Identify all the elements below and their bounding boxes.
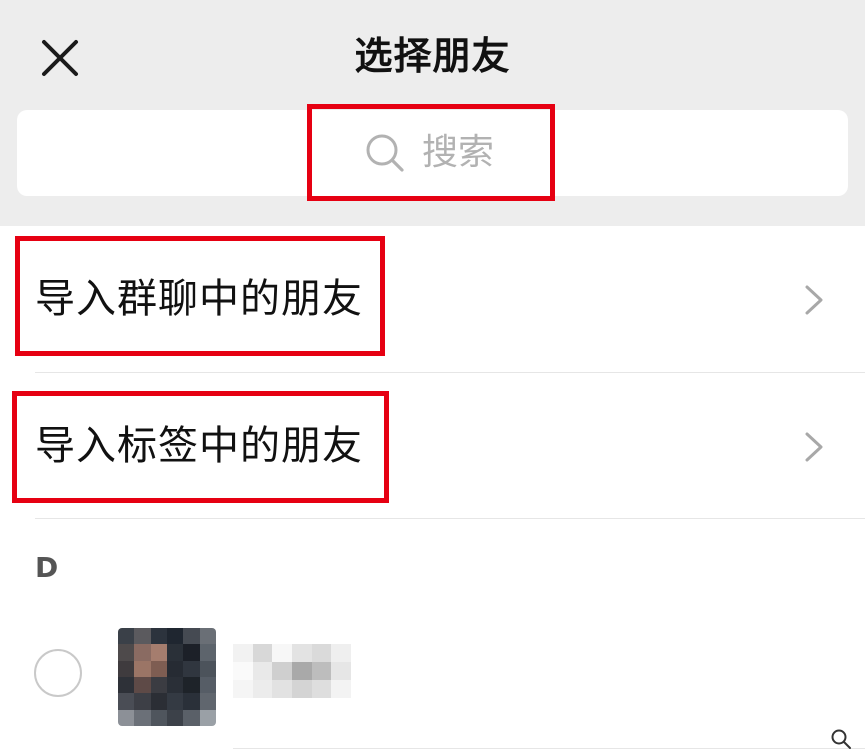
import-from-tag-label: 导入标签中的朋友 bbox=[35, 423, 363, 469]
search-bar[interactable]: 搜索 bbox=[17, 110, 848, 196]
contact-divider bbox=[233, 748, 865, 749]
chevron-right-icon bbox=[805, 285, 823, 315]
divider bbox=[35, 518, 865, 519]
page-title: 选择朋友 bbox=[354, 34, 511, 78]
select-friends-screen: 选择朋友 搜索 导入群聊中的朋友 导入标签中的朋友 D bbox=[0, 0, 865, 752]
import-from-group-chat-label: 导入群聊中的朋友 bbox=[35, 276, 363, 322]
search-placeholder: 搜索 bbox=[422, 132, 495, 173]
header-area: 选择朋友 搜索 bbox=[0, 0, 865, 226]
avatar bbox=[118, 628, 216, 726]
import-from-group-chat-row[interactable]: 导入群聊中的朋友 bbox=[0, 226, 865, 372]
section-index-letter: D bbox=[35, 551, 59, 584]
contact-name-blurred bbox=[233, 644, 351, 698]
contact-row[interactable] bbox=[0, 612, 865, 752]
search-icon bbox=[366, 134, 404, 172]
search-inner: 搜索 bbox=[364, 110, 494, 196]
chevron-right-icon bbox=[805, 432, 823, 462]
import-from-tag-row[interactable]: 导入标签中的朋友 bbox=[0, 373, 865, 519]
index-search-icon[interactable] bbox=[830, 728, 852, 750]
select-radio[interactable] bbox=[34, 649, 82, 697]
